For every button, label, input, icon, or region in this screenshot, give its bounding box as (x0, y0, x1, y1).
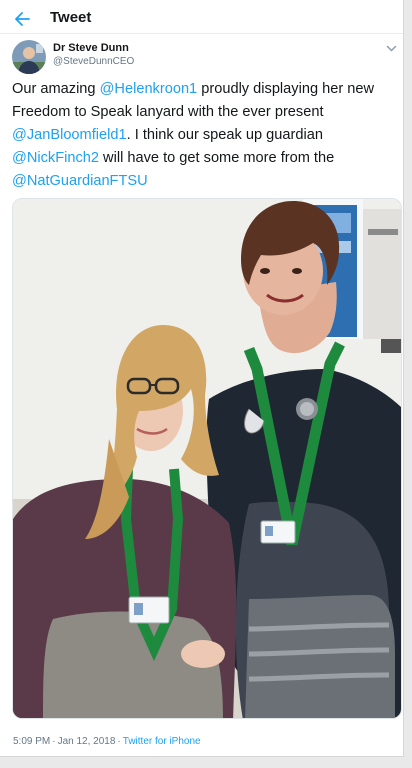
meta-separator: · (52, 736, 56, 747)
avatar[interactable] (12, 40, 46, 74)
mention-link[interactable]: @NatGuardianFTSU (12, 173, 148, 189)
tweet-meta: 5:09 PM · Jan 12, 2018 · Twitter for iPhone (13, 736, 201, 747)
tweet-card: Tweet Dr Steve Dunn @SteveDunnCEO Our am… (0, 0, 404, 757)
tweet-photo[interactable] (12, 198, 402, 719)
tweet-text-segment: . I think our speak up guardian (126, 127, 323, 143)
author-handle[interactable]: @SteveDunnCEO (53, 56, 134, 67)
back-arrow-icon[interactable] (14, 11, 30, 27)
tweet-text-segment: will have to get some more from the (99, 150, 335, 166)
tweet-text-segment: Our amazing (12, 81, 100, 97)
tweet-date[interactable]: Jan 12, 2018 (58, 736, 116, 747)
mention-link[interactable]: @JanBloomfield1 (12, 127, 127, 143)
tweet-source-link[interactable]: Twitter for iPhone (123, 736, 201, 747)
mention-link[interactable]: @Helenkroon1 (100, 81, 198, 97)
author-name[interactable]: Dr Steve Dunn (53, 42, 129, 54)
tweet-time[interactable]: 5:09 PM (13, 736, 50, 747)
tweet-header: Tweet (0, 0, 403, 34)
tweet-text: Our amazing @Helenkroon1 proudly display… (12, 78, 397, 193)
mention-link[interactable]: @NickFinch2 (12, 150, 99, 166)
page-title: Tweet (50, 9, 92, 26)
meta-separator: · (117, 736, 121, 747)
chevron-down-icon[interactable] (386, 44, 397, 53)
